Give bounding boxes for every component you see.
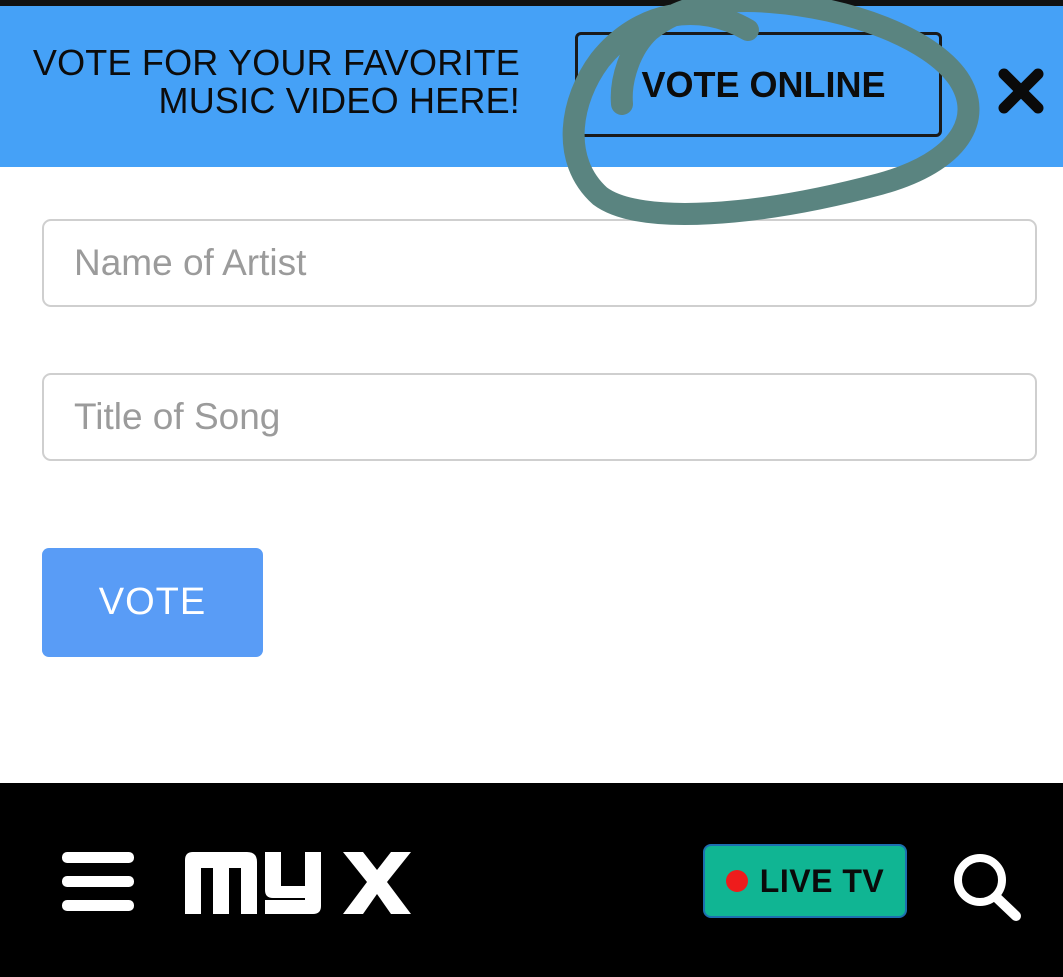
artist-name-input[interactable] (42, 219, 1037, 307)
vote-button[interactable]: VOTE (42, 548, 263, 657)
live-dot-icon (725, 870, 748, 892)
song-title-input[interactable] (42, 373, 1037, 461)
close-x-icon (998, 68, 1044, 114)
myx-logo (185, 852, 411, 914)
vote-online-label: VOTE ONLINE (641, 63, 886, 105)
banner-message: VOTE FOR YOUR FAVORITE MUSIC VIDEO HERE! (20, 44, 520, 120)
live-tv-label: LIVE TV (759, 862, 885, 899)
live-tv-button[interactable]: LIVE TV (703, 844, 907, 918)
search-button[interactable] (950, 848, 1024, 922)
vote-online-button[interactable]: VOTE ONLINE (575, 32, 942, 137)
search-icon (954, 854, 1021, 921)
banner-line-2: MUSIC VIDEO HERE! (158, 80, 520, 121)
hamburger-menu-icon[interactable] (62, 852, 134, 912)
close-banner-button[interactable] (996, 66, 1046, 116)
banner-line-1: VOTE FOR YOUR FAVORITE (32, 42, 520, 83)
